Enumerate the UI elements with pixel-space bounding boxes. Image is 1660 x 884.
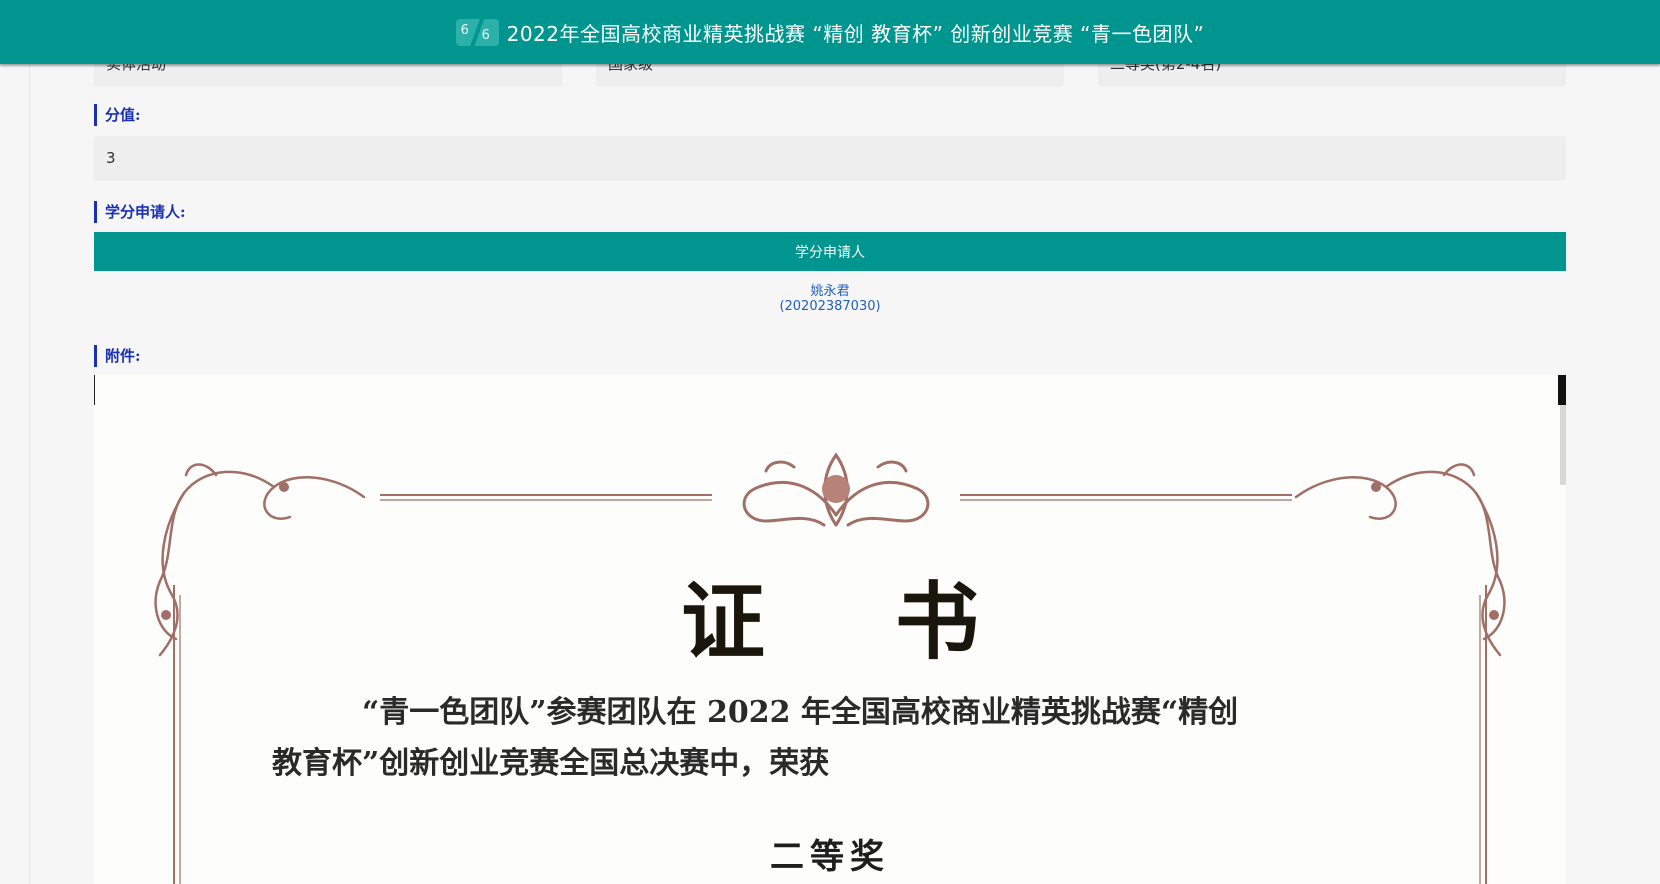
certificate-attachment-image[interactable]: 证书 “青一色团队”参赛团队在 2022 年全国高校商业精英挑战赛“精创 教育杯… [94, 375, 1566, 884]
certificate-body-line-2: 教育杯”创新创业竞赛全国总决赛中，荣获 [272, 746, 830, 781]
applicant-list-item[interactable]: 姚永君 (20202387030) [94, 284, 1566, 314]
certificate-body-line-1: “青一色团队”参赛团队在 2022 年全国高校商业精英挑战赛“精创 [362, 695, 1239, 730]
page-counter-badge: 6 6 [455, 18, 499, 46]
applicant-name-link[interactable]: 姚永君 [94, 284, 1566, 299]
top-title-bar: 6 6 2022年全国高校商业精英挑战赛 “精创 教育杯” 创新创业竞赛 “青一… [0, 0, 1660, 64]
applicant-label: 学分申请人: [94, 201, 186, 223]
applicant-table-header: 学分申请人 [94, 232, 1566, 271]
page-title: 2022年全国高校商业精英挑战赛 “精创 教育杯” 创新创业竞赛 “青一色团队” [506, 21, 1205, 46]
page-left-rule [29, 0, 30, 884]
certificate-award: 二等奖 [770, 837, 890, 877]
page-counter-total: 6 [481, 27, 490, 43]
score-value-field: 3 [94, 136, 1566, 181]
certificate-title: 证书 [680, 572, 1109, 671]
attachment-label: 附件: [94, 345, 141, 367]
page-counter-current: 6 [460, 22, 469, 38]
score-label: 分值: [94, 104, 141, 126]
applicant-student-id: (20202387030) [779, 299, 881, 314]
